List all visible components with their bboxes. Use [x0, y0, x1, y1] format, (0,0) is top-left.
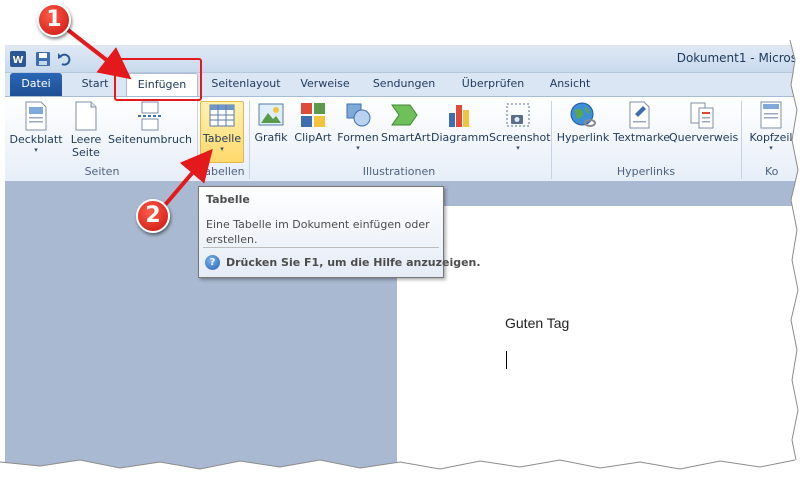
highlight-box: [114, 58, 202, 101]
shapes-icon: [346, 103, 371, 127]
header-button[interactable]: Kopfzeil ▾: [743, 101, 799, 163]
hyperlink-globe-icon: [570, 102, 596, 127]
group-label-pages: Seiten: [84, 165, 120, 178]
chart-label: Diagramm: [431, 131, 489, 144]
screenshot-frame: W Dokument1 - Micros Datei Start Einfüge…: [0, 0, 803, 484]
smartart-label: SmartArt: [381, 131, 431, 144]
header-label: Kopfzeil: [749, 131, 793, 144]
clipart-button[interactable]: ClipArt: [293, 101, 333, 163]
table-icon: [209, 104, 235, 127]
table-button[interactable]: Tabelle ▾: [200, 101, 244, 163]
page-break-label: Seitenumbruch: [107, 133, 193, 146]
tooltip-title: Tabelle: [206, 193, 250, 206]
chevron-down-icon: ▾: [220, 145, 224, 153]
tooltip-divider: [203, 247, 439, 248]
group-separator: [741, 101, 742, 179]
tab-view[interactable]: Ansicht: [541, 73, 599, 97]
table-tooltip: Tabelle Eine Tabelle im Dokument einfüge…: [198, 186, 481, 278]
group-label-illustrations: Illustrationen: [362, 165, 436, 178]
tab-mailings[interactable]: Sendungen: [365, 73, 443, 97]
clipart-icon: [301, 103, 325, 127]
bookmark-button[interactable]: Textmarke: [613, 101, 670, 163]
text-cursor: [506, 351, 507, 369]
cover-page-button[interactable]: Deckblatt ▾: [9, 101, 63, 163]
blank-page-label-2: Seite: [72, 146, 100, 159]
save-icon[interactable]: [35, 51, 51, 67]
undo-icon[interactable]: [57, 51, 73, 67]
screenshot-button[interactable]: Screenshot ▾: [489, 101, 551, 163]
screenshot-icon: [506, 103, 530, 127]
bookmark-label: Textmarke: [613, 131, 670, 144]
hyperlink-button[interactable]: Hyperlink: [555, 101, 611, 163]
cross-reference-label: Querverweis: [669, 131, 739, 144]
shapes-button[interactable]: Formen ▾: [337, 101, 379, 163]
blank-page-button[interactable]: Leere Seite: [67, 101, 105, 163]
shapes-label: Formen: [337, 131, 379, 144]
group-label-header-footer: Ko: [765, 165, 779, 178]
window-title: Dokument1 - Micros: [676, 51, 797, 65]
page-break-icon: [138, 101, 162, 131]
picture-icon: [258, 103, 284, 126]
clipart-label: ClipArt: [294, 131, 332, 144]
screenshot-label: Screenshot: [489, 131, 551, 144]
header-icon: [760, 101, 782, 129]
tab-references[interactable]: Verweise: [293, 73, 357, 97]
ribbon-insert: Deckblatt ▾ Leere Seite Seitenumbruch Se…: [5, 96, 803, 182]
tab-file[interactable]: Datei: [10, 73, 62, 97]
document-text[interactable]: Guten Tag: [505, 315, 569, 331]
tab-review[interactable]: Überprüfen: [453, 73, 533, 97]
smartart-button[interactable]: SmartArt: [381, 101, 431, 163]
page-break-button[interactable]: Seitenumbruch: [107, 101, 193, 163]
cover-page-label: Deckblatt: [9, 133, 63, 146]
picture-button[interactable]: Grafik: [253, 101, 289, 163]
chevron-down-icon: ▾: [356, 144, 360, 152]
word-app-icon[interactable]: W: [10, 51, 26, 67]
tab-start[interactable]: Start: [73, 73, 117, 97]
cross-reference-button[interactable]: Querverweis: [669, 101, 739, 163]
chart-icon: [449, 105, 469, 127]
tab-page-layout[interactable]: Seitenlayout: [205, 73, 287, 97]
chevron-down-icon: ▾: [516, 144, 520, 152]
table-label: Tabelle: [202, 132, 242, 145]
chart-button[interactable]: Diagramm: [431, 101, 489, 163]
group-separator: [551, 101, 552, 179]
cover-page-icon: [25, 101, 47, 131]
picture-label: Grafik: [254, 131, 288, 144]
chevron-down-icon: ▾: [34, 146, 38, 154]
document-page[interactable]: [397, 206, 803, 484]
help-icon: ?: [205, 255, 220, 270]
blank-page-label-1: Leere: [70, 133, 102, 146]
callout-number-1: 1: [37, 3, 71, 37]
hyperlink-label: Hyperlink: [556, 131, 610, 144]
callout-number-2: 2: [136, 199, 170, 233]
cross-reference-icon: [690, 102, 714, 129]
svg-text:W: W: [12, 55, 23, 66]
group-label-tables: Tabellen: [199, 165, 245, 178]
tooltip-description: Eine Tabelle im Dokument einfügen oder e…: [206, 218, 430, 246]
smartart-icon: [391, 104, 418, 126]
chevron-down-icon: ▾: [769, 144, 773, 152]
bookmark-icon: [629, 101, 650, 129]
group-label-hyperlinks: Hyperlinks: [616, 165, 676, 178]
blank-page-icon: [75, 101, 97, 131]
tooltip-help-text: Drücken Sie F1, um die Hilfe anzuzeigen.: [226, 256, 481, 269]
